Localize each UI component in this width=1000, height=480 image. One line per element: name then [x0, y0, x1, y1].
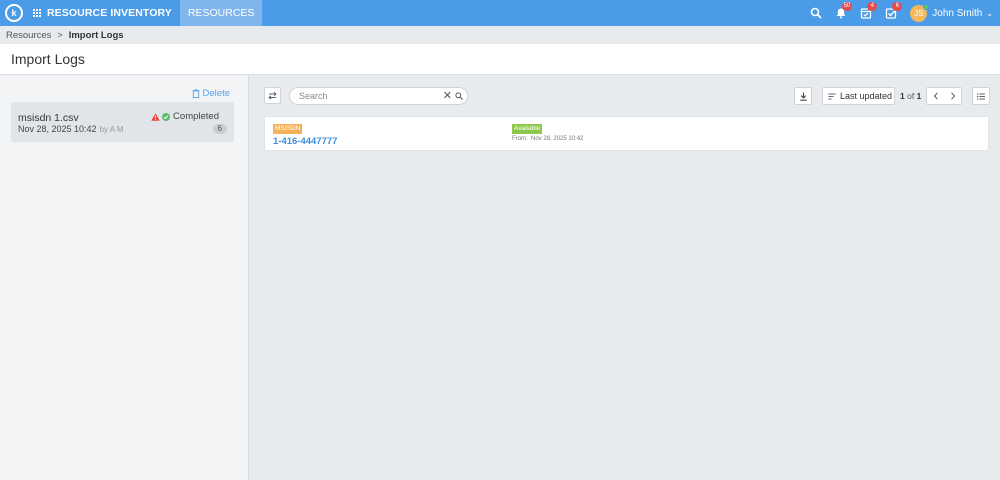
log-status: Completed [151, 111, 219, 122]
breadcrumb-current: Import Logs [68, 29, 124, 41]
import-log-item[interactable]: msisdn 1.csv Nov 28, 2025 10:42 by A M Co… [11, 102, 234, 142]
pagination-status: 1 of 1 [900, 91, 921, 101]
warning-icon [151, 112, 160, 121]
resource-card[interactable]: MSISDN 1-416-4447777 Available From: Nov… [264, 116, 989, 151]
filter-toggle-button[interactable] [264, 87, 281, 104]
delete-label: Delete [202, 88, 230, 99]
sort-icon [828, 93, 836, 99]
page-current: 1 [900, 91, 905, 101]
resource-number-link[interactable]: 1-416-4447777 [273, 136, 337, 147]
log-date-value: Nov 28, 2025 10:42 [18, 124, 97, 134]
breadcrumb-separator-icon: > [57, 30, 63, 40]
breadcrumb-resources[interactable]: Resources [6, 30, 51, 41]
log-status-label: Completed [173, 111, 219, 122]
user-avatar[interactable]: JS [910, 3, 930, 22]
resource-type-tag: MSISDN [273, 124, 303, 134]
avatar-initials: JS [914, 8, 924, 18]
check-circle-icon [162, 112, 171, 121]
notifications-badge: 50 [841, 2, 853, 11]
status-from-label: From: [512, 136, 528, 142]
log-author: by A M [99, 125, 124, 134]
chevron-down-icon[interactable]: ⌄ [986, 9, 993, 18]
log-date: Nov 28, 2025 10:42 by A M [18, 124, 124, 134]
import-logs-panel: Delete msisdn 1.csv Nov 28, 2025 10:42 by… [0, 76, 249, 480]
previous-page-button[interactable] [927, 88, 944, 104]
sort-dropdown[interactable]: Last updated [822, 87, 895, 105]
tasks-badge: 4 [867, 2, 878, 11]
app-logo[interactable]: k [5, 4, 23, 22]
download-icon [799, 92, 807, 101]
page-total: 1 [916, 91, 922, 101]
search-field: ✕ [289, 87, 468, 105]
logo-letter: k [11, 8, 17, 18]
trash-icon [192, 89, 200, 98]
log-count-badge: 6 [212, 124, 227, 134]
online-status-dot [923, 3, 930, 10]
chevron-left-icon [933, 92, 938, 100]
breadcrumb: Resources > Import Logs [0, 26, 1000, 44]
search-input[interactable] [299, 91, 439, 101]
download-button[interactable] [794, 87, 812, 105]
list-view-button[interactable] [972, 87, 990, 105]
approvals-badge: 6 [892, 2, 903, 11]
pagination-controls [926, 87, 962, 105]
approvals-button[interactable]: 6 [880, 0, 903, 26]
search-icon[interactable] [455, 92, 463, 100]
search-icon [810, 7, 822, 19]
chevron-right-icon [950, 92, 955, 100]
status-from: From: Nov 28, 2025 10:42 [512, 136, 583, 142]
sort-label: Last updated [840, 91, 893, 101]
top-navigation-bar: k RESOURCE INVENTORY RESOURCES 50 4 6 JS… [0, 0, 1000, 26]
page-title: Import Logs [11, 51, 85, 67]
list-icon [977, 93, 985, 100]
notifications-button[interactable]: 50 [830, 0, 853, 26]
status-from-date: Nov 28, 2025 10:42 [531, 136, 584, 142]
tab-resources[interactable]: RESOURCES [179, 0, 263, 26]
clear-search-icon[interactable]: ✕ [443, 89, 452, 102]
log-file-name: msisdn 1.csv [18, 112, 79, 124]
page-header: Import Logs [0, 44, 1000, 75]
apps-grid-icon [33, 8, 42, 18]
next-page-button[interactable] [944, 88, 961, 104]
global-search-button[interactable] [805, 0, 827, 26]
tasks-button[interactable]: 4 [855, 0, 878, 26]
app-switcher[interactable]: RESOURCE INVENTORY [33, 0, 180, 26]
user-name[interactable]: John Smith [932, 8, 982, 19]
delete-button[interactable]: Delete [192, 88, 230, 99]
page-of: of [907, 91, 915, 101]
status-badge: Available [512, 124, 543, 134]
swap-arrows-icon [268, 91, 277, 100]
app-name: RESOURCE INVENTORY [47, 7, 172, 19]
